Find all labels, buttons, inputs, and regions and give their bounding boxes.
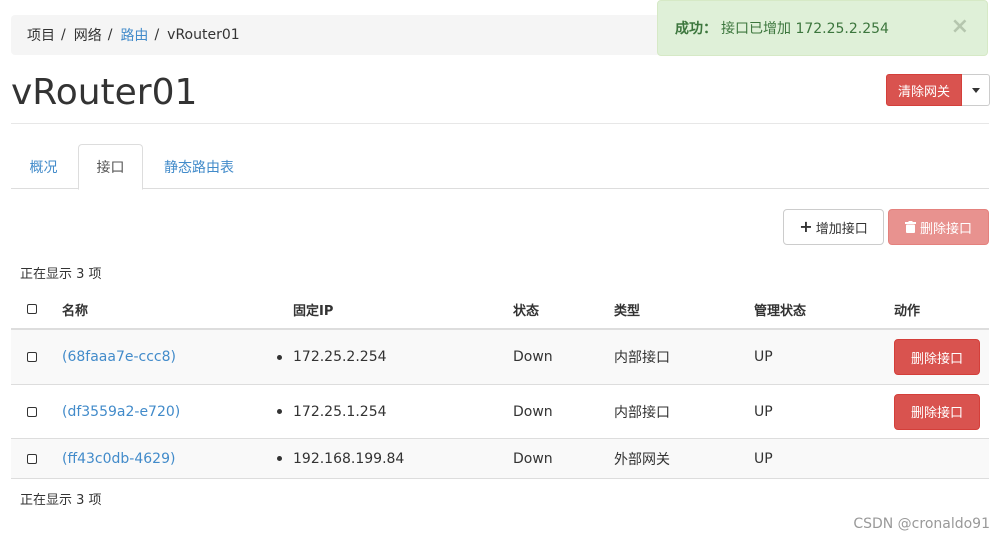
clear-gateway-button[interactable]: 清除网关	[886, 74, 962, 106]
trash-icon	[904, 221, 916, 233]
breadcrumb-separator: /	[61, 27, 66, 43]
breadcrumb-router-link[interactable]: 路由	[120, 25, 148, 45]
select-all-checkbox[interactable]	[27, 304, 37, 314]
delete-interfaces-button[interactable]: 删除接口	[888, 209, 989, 245]
breadcrumb-current: vRouter01	[167, 27, 240, 43]
table-header: 名称 固定IP 状态 类型 管理状态 动作	[11, 290, 989, 330]
interface-name-link[interactable]: (68faaa7e-ccc8)	[62, 330, 176, 384]
close-icon[interactable]: ×	[951, 15, 969, 39]
fixed-ip: 192.168.199.84	[293, 450, 405, 467]
column-header-status[interactable]: 状态	[513, 290, 539, 328]
delete-interface-button[interactable]: 删除接口	[894, 339, 980, 375]
row-checkbox[interactable]	[27, 406, 37, 417]
interface-type: 内部接口	[614, 350, 670, 366]
caret-down-icon	[971, 87, 980, 93]
fixed-ip: 172.25.1.254	[293, 403, 387, 420]
header-divider	[11, 123, 989, 124]
interface-name-link[interactable]: (df3559a2-e720)	[62, 385, 180, 438]
item-count-top: 正在显示 3 项	[20, 267, 102, 282]
column-header-actions: 动作	[894, 303, 921, 319]
alert-message: 接口已增加 172.25.2.254	[721, 21, 889, 37]
interface-type: 内部接口	[614, 404, 670, 421]
gateway-button-group: 清除网关	[886, 74, 990, 106]
delete-interfaces-label: 删除接口	[919, 221, 972, 237]
interface-type: 外部网关	[614, 451, 670, 468]
table-row: (68faaa7e-ccc8) 172.25.2.254 Down 内部接口 U…	[11, 330, 989, 385]
add-interface-button[interactable]: + 增加接口	[783, 209, 884, 245]
status: Down	[513, 403, 553, 420]
table-row: (df3559a2-e720) 172.25.1.254 Down 内部接口 U…	[11, 385, 989, 439]
plus-icon: +	[799, 217, 813, 236]
breadcrumb-project: 项目	[27, 28, 55, 44]
column-header-fixed-ip[interactable]: 固定IP	[293, 290, 333, 328]
fixed-ip: 172.25.2.254	[293, 349, 387, 365]
delete-interface-button[interactable]: 删除接口	[894, 393, 980, 430]
list-bullet	[277, 409, 282, 414]
alert-label: 成功：	[675, 21, 717, 37]
tab-overview[interactable]: 概况	[11, 144, 76, 189]
success-alert: 成功： 接口已增加 172.25.2.254 ×	[657, 0, 988, 56]
list-bullet	[277, 354, 282, 360]
column-header-admin-state[interactable]: 管理状态	[754, 290, 806, 328]
dropdown-toggle-button[interactable]	[962, 74, 990, 106]
item-count-bottom: 正在显示 3 项	[20, 493, 102, 508]
admin-state: UP	[754, 403, 773, 420]
tab-static-routes[interactable]: 静态路由表	[149, 144, 249, 189]
add-interface-label: 增加接口	[815, 221, 868, 237]
row-checkbox[interactable]	[27, 352, 37, 362]
status: Down	[513, 349, 553, 365]
status: Down	[513, 450, 553, 467]
row-checkbox[interactable]	[27, 453, 37, 464]
tab-bar: 概况 接口 静态路由表	[11, 144, 989, 190]
column-header-name[interactable]: 名称	[62, 290, 88, 328]
breadcrumb-network: 网络	[73, 28, 102, 44]
watermark: CSDN @cronaldo91	[853, 516, 990, 532]
tab-interfaces[interactable]: 接口	[78, 144, 143, 190]
breadcrumb-separator: /	[154, 27, 160, 43]
table-row: (ff43c0db-4629) 192.168.199.84 Down 外部网关…	[11, 439, 989, 479]
list-bullet	[277, 456, 282, 461]
breadcrumb-separator: /	[107, 27, 113, 43]
admin-state: UP	[754, 450, 773, 467]
interface-name-link[interactable]: (ff43c0db-4629)	[62, 439, 175, 478]
page-title: vRouter01	[11, 72, 198, 113]
admin-state: UP	[754, 349, 773, 365]
column-header-type[interactable]: 类型	[614, 290, 640, 328]
